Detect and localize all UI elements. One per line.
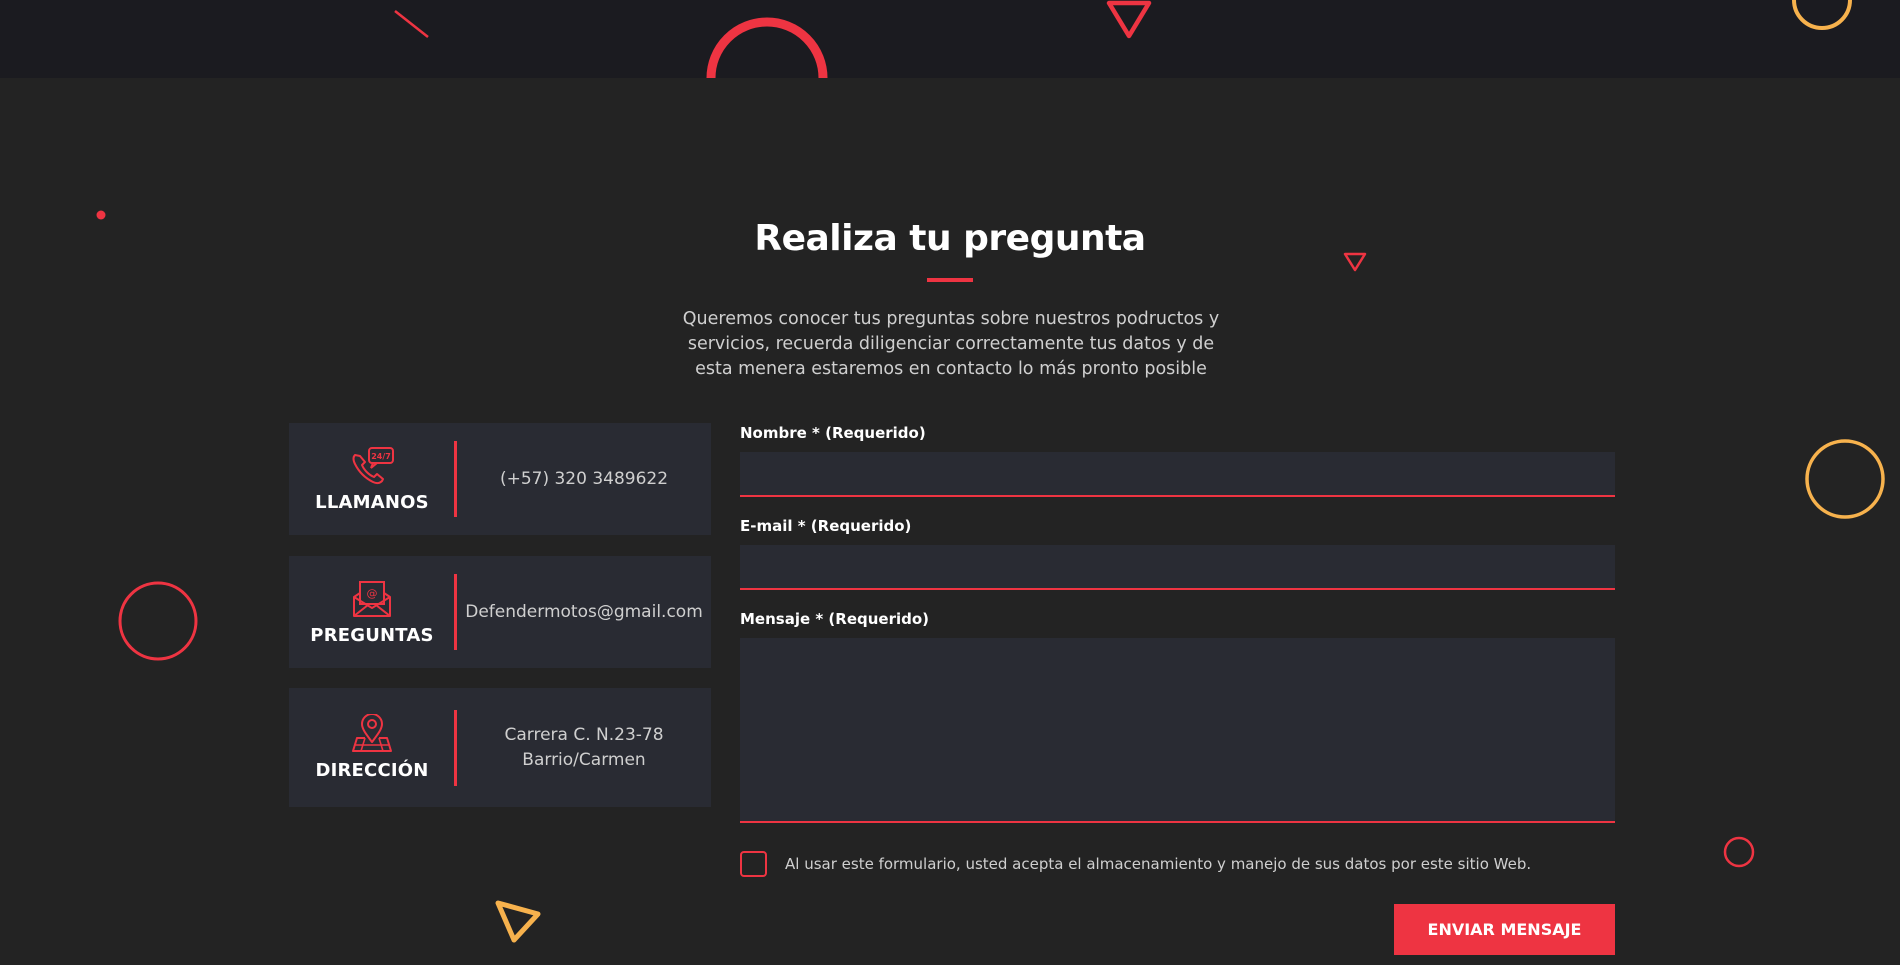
circle-decoration <box>1804 438 1886 520</box>
triangle-decoration <box>1105 0 1153 42</box>
consent-text: Al usar este formulario, usted acepta el… <box>785 855 1532 873</box>
card-label-group: @ PREGUNTAS <box>289 556 455 668</box>
address-text: Carrera C. N.23-78 Barrio/Carmen <box>504 724 664 770</box>
email-field[interactable] <box>740 545 1615 590</box>
intro-text: Queremos conocer tus preguntas sobre nue… <box>682 309 1220 379</box>
contact-card-email: @ PREGUNTAS Defendermotos@gmail.com <box>289 556 711 668</box>
card-value: (+57) 320 3489622 <box>499 468 669 489</box>
contact-card-address: DIRECCIÓN Carrera C. N.23-78 Barrio/Carm… <box>289 688 711 807</box>
circle-decoration <box>1788 0 1856 30</box>
card-value: Defendermotos@gmail.com <box>465 601 703 622</box>
consent-row: Al usar este formulario, usted acepta el… <box>740 851 1531 877</box>
card-label: DIRECCIÓN <box>315 760 429 781</box>
submit-button[interactable]: ENVIAR MENSAJE <box>1394 904 1615 955</box>
card-label: PREGUNTAS <box>310 624 434 646</box>
message-label: Mensaje * (Requerido) <box>740 610 930 628</box>
title-underline <box>927 278 973 282</box>
email-label: E-mail * (Requerido) <box>740 517 912 535</box>
line-decoration <box>392 8 432 40</box>
name-label: Nombre * (Requerido) <box>740 424 926 442</box>
name-field[interactable] <box>740 452 1615 497</box>
circle-decoration <box>1722 835 1756 869</box>
location-pin-icon <box>351 714 393 754</box>
card-label-group: DIRECCIÓN <box>289 688 455 807</box>
card-value: Carrera C. N.23-78 Barrio/Carmen <box>457 688 711 807</box>
phone-24-7-icon: 24/7 <box>349 446 395 486</box>
card-label-group: 24/7 LLAMANOS <box>289 423 455 535</box>
consent-checkbox[interactable] <box>740 851 767 877</box>
page-title: Realiza tu pregunta <box>754 218 1146 259</box>
section-heading: Realiza tu pregunta <box>0 218 1900 282</box>
svg-text:@: @ <box>367 587 378 600</box>
circle-decoration <box>117 580 199 662</box>
svg-text:24/7: 24/7 <box>371 452 391 461</box>
contact-card-phone: 24/7 LLAMANOS (+57) 320 3489622 <box>289 423 711 535</box>
triangle-decoration <box>494 898 544 946</box>
circle-decoration <box>705 17 829 80</box>
card-label: LLAMANOS <box>315 491 429 513</box>
top-band <box>0 0 1900 78</box>
message-field[interactable] <box>740 638 1615 823</box>
envelope-icon: @ <box>350 579 394 619</box>
